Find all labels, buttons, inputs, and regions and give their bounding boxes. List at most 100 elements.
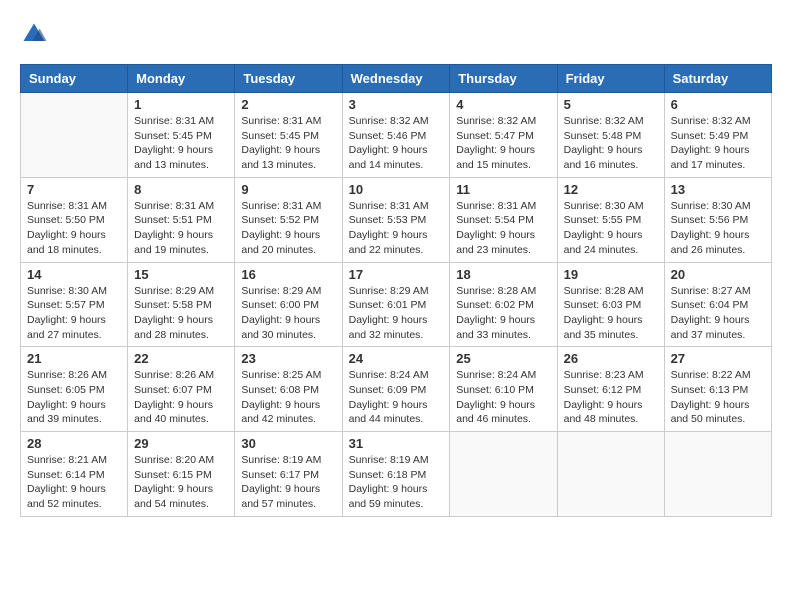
calendar-header-wednesday: Wednesday <box>342 65 450 93</box>
calendar-header-row: SundayMondayTuesdayWednesdayThursdayFrid… <box>21 65 772 93</box>
logo-icon <box>20 20 48 48</box>
day-number: 8 <box>134 182 228 197</box>
day-number: 10 <box>349 182 444 197</box>
day-number: 30 <box>241 436 335 451</box>
day-number: 12 <box>564 182 658 197</box>
day-number: 25 <box>456 351 550 366</box>
day-number: 6 <box>671 97 765 112</box>
calendar-week-row: 21 Sunrise: 8:26 AMSunset: 6:05 PMDayligh… <box>21 347 772 432</box>
calendar-cell: 14 Sunrise: 8:30 AMSunset: 5:57 PMDayligh… <box>21 262 128 347</box>
calendar-header-monday: Monday <box>128 65 235 93</box>
day-number: 21 <box>27 351 121 366</box>
calendar-week-row: 14 Sunrise: 8:30 AMSunset: 5:57 PMDayligh… <box>21 262 772 347</box>
day-number: 9 <box>241 182 335 197</box>
day-info: Sunrise: 8:32 AMSunset: 5:46 PMDaylight:… <box>349 114 444 173</box>
day-number: 14 <box>27 267 121 282</box>
calendar-cell: 31 Sunrise: 8:19 AMSunset: 6:18 PMDayligh… <box>342 432 450 517</box>
day-number: 22 <box>134 351 228 366</box>
day-info: Sunrise: 8:23 AMSunset: 6:12 PMDaylight:… <box>564 368 658 427</box>
day-info: Sunrise: 8:21 AMSunset: 6:14 PMDaylight:… <box>27 453 121 512</box>
day-info: Sunrise: 8:19 AMSunset: 6:17 PMDaylight:… <box>241 453 335 512</box>
calendar-cell: 8 Sunrise: 8:31 AMSunset: 5:51 PMDaylight… <box>128 177 235 262</box>
calendar-cell <box>21 93 128 178</box>
day-number: 4 <box>456 97 550 112</box>
day-info: Sunrise: 8:32 AMSunset: 5:48 PMDaylight:… <box>564 114 658 173</box>
calendar-header-friday: Friday <box>557 65 664 93</box>
calendar-cell: 7 Sunrise: 8:31 AMSunset: 5:50 PMDaylight… <box>21 177 128 262</box>
day-number: 28 <box>27 436 121 451</box>
day-number: 19 <box>564 267 658 282</box>
calendar-cell <box>664 432 771 517</box>
logo <box>20 20 52 48</box>
day-info: Sunrise: 8:30 AMSunset: 5:56 PMDaylight:… <box>671 199 765 258</box>
day-info: Sunrise: 8:28 AMSunset: 6:03 PMDaylight:… <box>564 284 658 343</box>
calendar-cell: 23 Sunrise: 8:25 AMSunset: 6:08 PMDayligh… <box>235 347 342 432</box>
day-info: Sunrise: 8:30 AMSunset: 5:57 PMDaylight:… <box>27 284 121 343</box>
calendar-cell: 16 Sunrise: 8:29 AMSunset: 6:00 PMDayligh… <box>235 262 342 347</box>
day-number: 16 <box>241 267 335 282</box>
calendar-cell: 20Sunrise: 8:27 AMSunset: 6:04 PMDayligh… <box>664 262 771 347</box>
day-number: 23 <box>241 351 335 366</box>
day-number: 27 <box>671 351 765 366</box>
calendar-week-row: 28 Sunrise: 8:21 AMSunset: 6:14 PMDayligh… <box>21 432 772 517</box>
day-number: 1 <box>134 97 228 112</box>
day-info: Sunrise: 8:24 AMSunset: 6:09 PMDaylight:… <box>349 368 444 427</box>
calendar-week-row: 1 Sunrise: 8:31 AMSunset: 5:45 PMDaylight… <box>21 93 772 178</box>
calendar-cell: 25 Sunrise: 8:24 AMSunset: 6:10 PMDayligh… <box>450 347 557 432</box>
calendar-header-saturday: Saturday <box>664 65 771 93</box>
day-info: Sunrise: 8:29 AMSunset: 6:01 PMDaylight:… <box>349 284 444 343</box>
day-info: Sunrise: 8:27 AMSunset: 6:04 PMDaylight:… <box>671 284 765 343</box>
day-info: Sunrise: 8:28 AMSunset: 6:02 PMDaylight:… <box>456 284 550 343</box>
calendar-cell: 9Sunrise: 8:31 AMSunset: 5:52 PMDaylight… <box>235 177 342 262</box>
day-info: Sunrise: 8:31 AMSunset: 5:51 PMDaylight:… <box>134 199 228 258</box>
calendar-cell: 30 Sunrise: 8:19 AMSunset: 6:17 PMDayligh… <box>235 432 342 517</box>
calendar-cell: 22 Sunrise: 8:26 AMSunset: 6:07 PMDayligh… <box>128 347 235 432</box>
day-info: Sunrise: 8:19 AMSunset: 6:18 PMDaylight:… <box>349 453 444 512</box>
calendar-cell: 10 Sunrise: 8:31 AMSunset: 5:53 PMDayligh… <box>342 177 450 262</box>
calendar-cell: 11 Sunrise: 8:31 AMSunset: 5:54 PMDayligh… <box>450 177 557 262</box>
day-info: Sunrise: 8:26 AMSunset: 6:05 PMDaylight:… <box>27 368 121 427</box>
calendar-cell: 4Sunrise: 8:32 AMSunset: 5:47 PMDaylight… <box>450 93 557 178</box>
day-info: Sunrise: 8:31 AMSunset: 5:50 PMDaylight:… <box>27 199 121 258</box>
day-info: Sunrise: 8:31 AMSunset: 5:45 PMDaylight:… <box>241 114 335 173</box>
day-info: Sunrise: 8:26 AMSunset: 6:07 PMDaylight:… <box>134 368 228 427</box>
calendar-cell: 19 Sunrise: 8:28 AMSunset: 6:03 PMDayligh… <box>557 262 664 347</box>
calendar-cell: 3 Sunrise: 8:32 AMSunset: 5:46 PMDaylight… <box>342 93 450 178</box>
calendar-cell: 13 Sunrise: 8:30 AMSunset: 5:56 PMDayligh… <box>664 177 771 262</box>
calendar-cell: 27Sunrise: 8:22 AMSunset: 6:13 PMDayligh… <box>664 347 771 432</box>
day-info: Sunrise: 8:29 AMSunset: 6:00 PMDaylight:… <box>241 284 335 343</box>
day-info: Sunrise: 8:20 AMSunset: 6:15 PMDaylight:… <box>134 453 228 512</box>
day-number: 24 <box>349 351 444 366</box>
day-number: 13 <box>671 182 765 197</box>
calendar-table: SundayMondayTuesdayWednesdayThursdayFrid… <box>20 64 772 517</box>
day-info: Sunrise: 8:30 AMSunset: 5:55 PMDaylight:… <box>564 199 658 258</box>
day-number: 5 <box>564 97 658 112</box>
calendar-cell: 15Sunrise: 8:29 AMSunset: 5:58 PMDayligh… <box>128 262 235 347</box>
day-number: 7 <box>27 182 121 197</box>
calendar-cell: 17 Sunrise: 8:29 AMSunset: 6:01 PMDayligh… <box>342 262 450 347</box>
day-info: Sunrise: 8:31 AMSunset: 5:54 PMDaylight:… <box>456 199 550 258</box>
day-info: Sunrise: 8:31 AMSunset: 5:53 PMDaylight:… <box>349 199 444 258</box>
calendar-header-tuesday: Tuesday <box>235 65 342 93</box>
day-info: Sunrise: 8:25 AMSunset: 6:08 PMDaylight:… <box>241 368 335 427</box>
calendar-cell <box>450 432 557 517</box>
calendar-week-row: 7 Sunrise: 8:31 AMSunset: 5:50 PMDaylight… <box>21 177 772 262</box>
calendar-cell: 26Sunrise: 8:23 AMSunset: 6:12 PMDayligh… <box>557 347 664 432</box>
day-number: 15 <box>134 267 228 282</box>
page-header <box>20 20 772 48</box>
calendar-cell <box>557 432 664 517</box>
calendar-header-thursday: Thursday <box>450 65 557 93</box>
day-number: 31 <box>349 436 444 451</box>
day-number: 3 <box>349 97 444 112</box>
day-info: Sunrise: 8:24 AMSunset: 6:10 PMDaylight:… <box>456 368 550 427</box>
day-number: 29 <box>134 436 228 451</box>
day-number: 17 <box>349 267 444 282</box>
calendar-cell: 18 Sunrise: 8:28 AMSunset: 6:02 PMDayligh… <box>450 262 557 347</box>
calendar-cell: 2Sunrise: 8:31 AMSunset: 5:45 PMDaylight… <box>235 93 342 178</box>
day-number: 11 <box>456 182 550 197</box>
calendar-cell: 6Sunrise: 8:32 AMSunset: 5:49 PMDaylight… <box>664 93 771 178</box>
calendar-cell: 12 Sunrise: 8:30 AMSunset: 5:55 PMDayligh… <box>557 177 664 262</box>
day-number: 18 <box>456 267 550 282</box>
calendar-cell: 1Sunrise: 8:31 AMSunset: 5:45 PMDaylight… <box>128 93 235 178</box>
calendar-cell: 5 Sunrise: 8:32 AMSunset: 5:48 PMDaylight… <box>557 93 664 178</box>
